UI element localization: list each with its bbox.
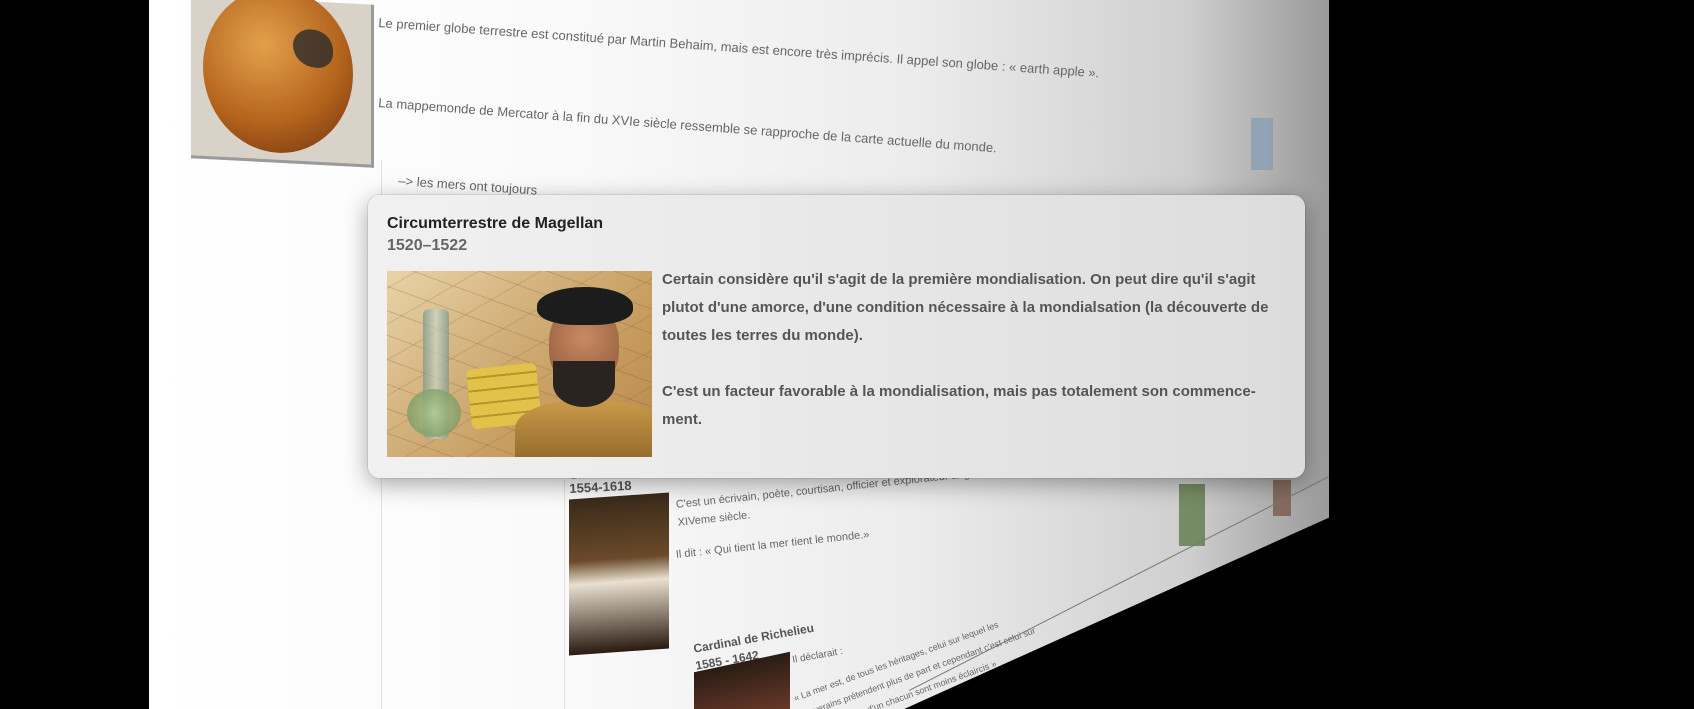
timeline-tick-label: 1725 — [1011, 669, 1034, 689]
richelieu-label: Il déclarait : — [791, 646, 844, 666]
event-paragraph-1: Certain considère qu'il s'agit de la pre… — [662, 271, 1269, 344]
event-paragraph-2: C'est un facteur favorable à la mondiali… — [662, 383, 1256, 428]
timeline-tick-label: 1775 — [1089, 629, 1112, 649]
portrait-beard — [553, 361, 615, 407]
event-description: Certain considère qu'il s'agit de la pre… — [662, 266, 1290, 462]
raleigh-portrait[interactable] — [569, 492, 669, 656]
side-thumbnail[interactable] — [1273, 480, 1291, 516]
event-dates: 1520–1522 — [387, 237, 468, 254]
timeline-lane-divider — [564, 480, 565, 709]
globe-paragraph-1: Le premier globe terrestre est constitué… — [377, 14, 1100, 81]
portrait-body — [515, 401, 652, 457]
magellan-image[interactable] — [387, 271, 652, 457]
globe-image[interactable] — [191, 0, 374, 168]
side-thumbnail[interactable] — [1251, 118, 1273, 170]
event-title: Circumterrestre de Magellan — [387, 215, 604, 232]
globe-paragraph-2: La mappemonde de Mercator à la fin du XV… — [377, 94, 998, 156]
timeline-tick-label: 1700 — [971, 687, 994, 707]
side-thumbnail[interactable] — [1179, 484, 1205, 546]
timeline-tick-label: 1750 — [1051, 649, 1074, 669]
raleigh-text-2: Il dit : « Qui tient la mer tient le mon… — [675, 528, 870, 561]
portrait-hat — [537, 287, 633, 325]
globe-icon — [203, 0, 353, 157]
event-detail-popup[interactable]: Circumterrestre de Magellan 1520–1522 Ce… — [368, 195, 1305, 478]
glass-vessel-base — [407, 389, 461, 437]
